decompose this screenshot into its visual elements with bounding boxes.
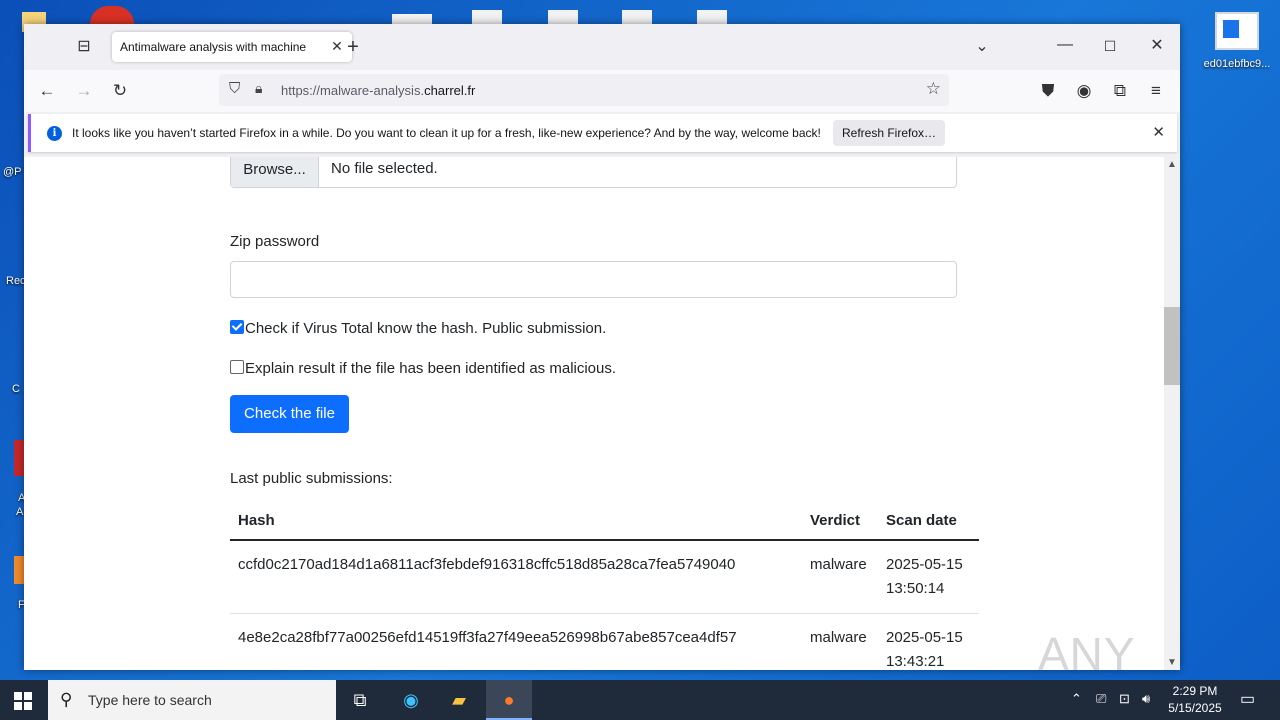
page-scrollbar[interactable]: ▲ ▼	[1164, 157, 1180, 670]
clock-time: 2:29 PM	[1172, 684, 1218, 698]
windows-start-icon[interactable]	[14, 692, 32, 710]
notification-message: It looks like you haven’t started Firefo…	[72, 126, 821, 140]
check-file-button[interactable]: Check the file	[230, 395, 349, 433]
virustotal-checkbox-row[interactable]: Check if Virus Total know the hash. Publ…	[230, 320, 606, 337]
account-icon[interactable]: ◉	[1072, 79, 1096, 103]
scan-time: 13:43:21	[886, 653, 945, 670]
hash-cell[interactable]: 4e8e2ca28fbf77a00256efd14519ff3fa27f49ee…	[230, 613, 802, 670]
menu-icon[interactable]: ≡	[1144, 79, 1168, 103]
table-header-row: Hash Verdict Scan date	[230, 502, 979, 541]
url-prefix: https://malware-analysis.	[281, 83, 425, 98]
desktop-app-icon[interactable]	[14, 556, 24, 584]
document-icon	[1215, 12, 1259, 50]
zip-password-input[interactable]	[230, 261, 957, 298]
search-icon: ⚲	[60, 690, 73, 709]
new-tab-icon[interactable]: +	[340, 35, 366, 59]
tab-title: Antimalware analysis with machine learni…	[120, 40, 306, 54]
desktop-label: @P	[3, 166, 22, 178]
close-window-icon[interactable]: ✕	[1144, 34, 1170, 58]
pocket-icon[interactable]: ⛊	[1036, 79, 1060, 103]
header-verdict: Verdict	[802, 502, 878, 541]
shield-icon[interactable]: ⛉	[229, 80, 240, 97]
volume-icon[interactable]: 🔊︎	[1142, 691, 1150, 707]
explain-checkbox[interactable]	[230, 360, 244, 374]
virustotal-checkbox-label: Check if Virus Total know the hash. Publ…	[245, 320, 607, 337]
taskbar: ⚲ Type here to search ⧉ ◉ ▰ ● ⌃ ⎚ ⊡ 🔊︎ 2…	[0, 680, 1280, 720]
hash-cell[interactable]: ccfd0c2170ad184d1a6811acf3febdef916318cf…	[230, 540, 802, 614]
file-explorer-icon[interactable]: ▰	[436, 680, 482, 720]
file-input[interactable]: Browse... No file selected.	[230, 157, 957, 188]
list-tabs-icon[interactable]: ⌄	[969, 35, 995, 59]
url-text[interactable]: https://malware-analysis.charrel.fr	[281, 83, 475, 98]
desktop-app-icon[interactable]	[14, 440, 24, 476]
desktop-file-label: ed01ebfbc9...	[1203, 58, 1271, 70]
last-submissions-label: Last public submissions:	[230, 470, 393, 487]
url-domain: charrel.fr	[424, 83, 476, 98]
zip-password-label: Zip password	[230, 233, 320, 250]
lock-icon[interactable]: 🔒︎	[255, 80, 262, 97]
verdict-cell: malware	[802, 613, 878, 670]
scroll-up-icon[interactable]: ▲	[1167, 159, 1177, 170]
explain-checkbox-row[interactable]: Explain result if the file has been iden…	[230, 360, 616, 377]
tab-bar: ⊟ Antimalware analysis with machine lear…	[24, 24, 1180, 70]
forward-icon[interactable]: →	[72, 79, 96, 103]
taskbar-search-box[interactable]: ⚲ Type here to search	[48, 680, 336, 720]
scan-date-cell: 2025-05-15 13:43:21	[878, 613, 979, 670]
header-hash: Hash	[230, 502, 802, 541]
notifications-icon[interactable]: ▭	[1240, 689, 1255, 709]
desktop-label: Rec	[6, 275, 26, 287]
explain-checkbox-label: Explain result if the file has been iden…	[245, 360, 617, 377]
table-row[interactable]: ccfd0c2170ad184d1a6811acf3febdef916318cf…	[230, 540, 979, 614]
search-placeholder: Type here to search	[88, 692, 212, 708]
anyrun-watermark: ANY RUN	[1038, 628, 1135, 670]
scroll-down-icon[interactable]: ▼	[1167, 657, 1177, 668]
meet-now-icon[interactable]: ⎚	[1096, 691, 1106, 707]
virustotal-checkbox[interactable]	[230, 320, 244, 334]
file-status-text: No file selected.	[331, 160, 438, 177]
info-icon: i	[47, 126, 62, 141]
clock-date: 5/15/2025	[1168, 701, 1222, 715]
refresh-notification-bar: i It looks like you haven’t started Fire…	[28, 114, 1177, 152]
page-content: Browse... No file selected. Zip password…	[24, 157, 1164, 670]
tab-active[interactable]: Antimalware analysis with machine learni…	[112, 32, 352, 62]
reload-icon[interactable]: ↻	[108, 79, 132, 103]
desktop-label: C	[12, 383, 20, 395]
table-row[interactable]: 4e8e2ca28fbf77a00256efd14519ff3fa27f49ee…	[230, 613, 979, 670]
show-hidden-icons-icon[interactable]: ⌃	[1071, 691, 1082, 707]
back-icon[interactable]: ←	[35, 79, 59, 103]
chrome-icon[interactable]	[90, 6, 134, 24]
firefox-view-icon[interactable]: ⊟	[71, 35, 97, 59]
network-icon[interactable]: ⊡	[1119, 691, 1130, 707]
verdict-cell: malware	[802, 540, 878, 614]
scan-date: 2025-05-15	[886, 629, 963, 646]
desktop-label: A	[16, 506, 24, 518]
bookmark-star-icon[interactable]: ☆	[926, 79, 941, 99]
header-scan-date: Scan date	[878, 502, 979, 541]
nav-bar: ← → ↻ ⛉ 🔒︎ https://malware-analysis.char…	[24, 70, 1180, 112]
scan-time: 13:50:14	[886, 580, 945, 597]
scan-date-cell: 2025-05-15 13:50:14	[878, 540, 979, 614]
url-bar[interactable]: ⛉ 🔒︎ https://malware-analysis.charrel.fr…	[219, 74, 949, 106]
close-notification-icon[interactable]: ✕	[1152, 123, 1165, 141]
refresh-firefox-button[interactable]: Refresh Firefox…	[833, 120, 945, 146]
extensions-icon[interactable]: ⧉	[1108, 79, 1132, 103]
edge-icon[interactable]: ◉	[388, 680, 434, 720]
scrollbar-thumb[interactable]	[1164, 307, 1180, 385]
firefox-taskbar-icon[interactable]: ●	[486, 680, 532, 720]
maximize-icon[interactable]: ☐	[1097, 34, 1123, 58]
desktop-file-shortcut[interactable]: ed01ebfbc9...	[1200, 12, 1274, 70]
submissions-table: Hash Verdict Scan date ccfd0c2170ad184d1…	[230, 502, 979, 670]
browse-button[interactable]: Browse...	[231, 157, 319, 187]
task-view-icon[interactable]: ⧉	[337, 680, 383, 720]
firefox-window: ⊟ Antimalware analysis with machine lear…	[24, 24, 1180, 670]
scan-date: 2025-05-15	[886, 556, 963, 573]
minimize-icon[interactable]: —	[1052, 33, 1078, 57]
taskbar-clock[interactable]: 2:29 PM 5/15/2025	[1162, 683, 1228, 717]
